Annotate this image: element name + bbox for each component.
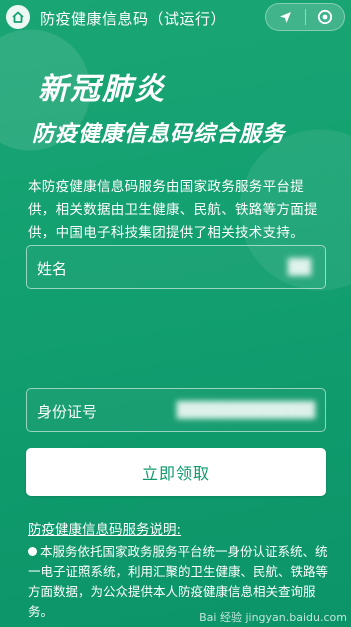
page-title: 防疫健康信息码（试运行） [40, 10, 227, 28]
mini-program-capsule [265, 3, 345, 31]
target-icon [317, 9, 332, 25]
id-number-value: ████████████ [176, 401, 315, 419]
location-button[interactable] [266, 4, 305, 30]
watermark: Bai 经验 jingyan.baidu.com [199, 611, 347, 624]
bullet-dot [28, 547, 37, 556]
hero-subtitle: 防疫健康信息码综合服务 [32, 122, 286, 147]
service-description: 本防疫健康信息码服务由国家政务服务平台提供，相关数据由卫生健康、民航、铁路等方面… [28, 179, 318, 241]
name-label: 姓名 [37, 260, 68, 278]
notice-title[interactable]: 防疫健康信息码服务说明: [28, 518, 181, 538]
close-button[interactable] [305, 4, 344, 30]
notice-text: 本服务依托国家政务服务平台统一身份认证系统、统一电子证照系统，利用汇聚的卫生健康… [28, 544, 329, 619]
location-arrow-icon [279, 11, 291, 23]
name-value: ██ [287, 258, 311, 276]
id-number-field[interactable]: 身份证号 ████████████ [26, 388, 326, 432]
id-number-label: 身份证号 [37, 403, 98, 421]
name-field[interactable]: 姓名 ██ [26, 245, 326, 289]
top-bar: 防疫健康信息码（试运行） [0, 0, 351, 34]
hero-title: 新冠肺炎 [38, 72, 166, 107]
home-button[interactable] [6, 5, 30, 29]
claim-button[interactable]: 立即领取 [26, 448, 326, 496]
home-icon [12, 11, 24, 23]
